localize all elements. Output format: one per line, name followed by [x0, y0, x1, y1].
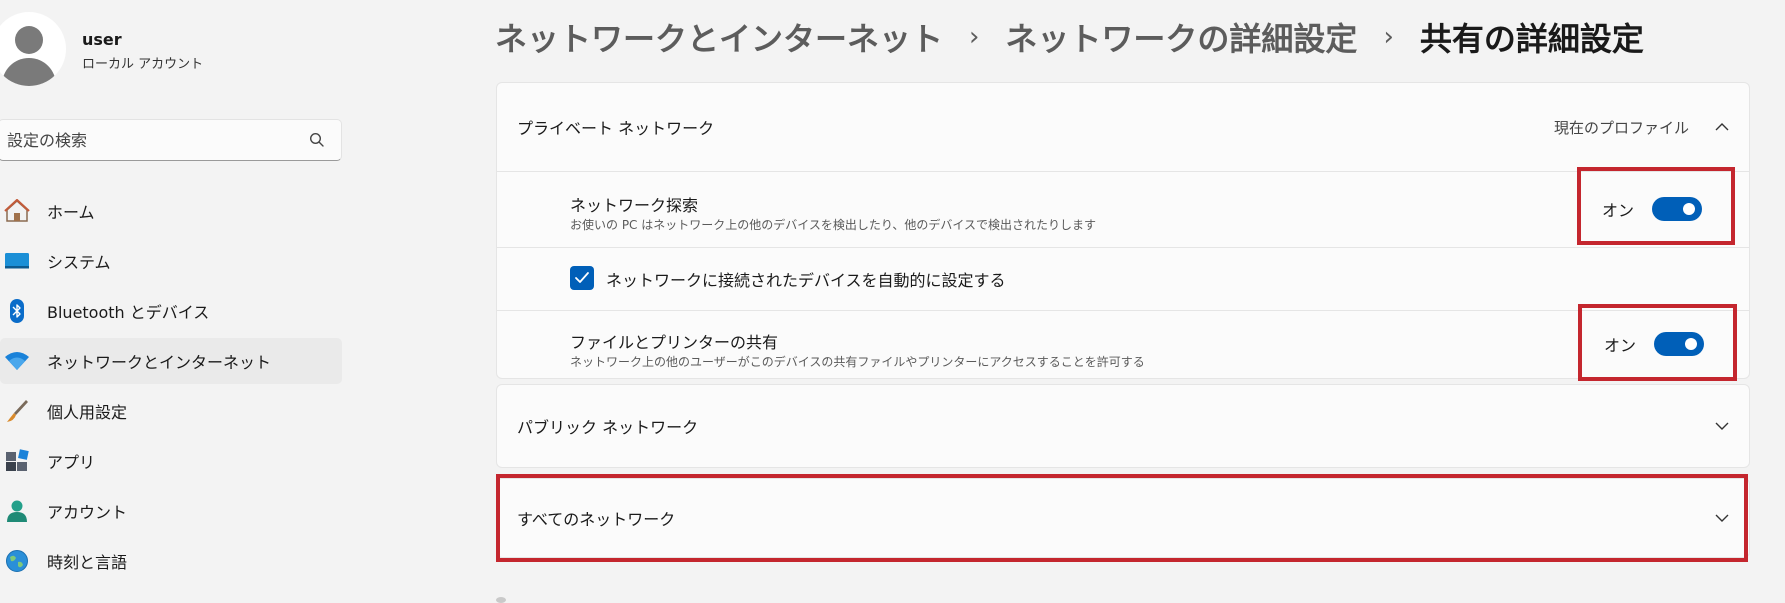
- search-box[interactable]: [0, 119, 342, 161]
- toggle-knob: [1683, 203, 1696, 215]
- breadcrumb: ネットワークとインターネット › ネットワークの詳細設定 › 共有の詳細設定: [495, 12, 1644, 62]
- sidebar-item-bluetooth[interactable]: Bluetooth とデバイス: [0, 288, 342, 334]
- breadcrumb-chevron-icon: ›: [969, 22, 980, 52]
- toggle-knob: [1685, 338, 1698, 350]
- breadcrumb-network-internet[interactable]: ネットワークとインターネット: [495, 14, 943, 60]
- public-network-header[interactable]: パブリック ネットワーク: [497, 385, 1749, 467]
- all-networks-card: すべてのネットワーク: [496, 478, 1750, 558]
- file-printer-sharing-row: ファイルとプリンターの共有 ネットワーク上の他のユーザーがこのデバイスの共有ファ…: [497, 310, 1749, 378]
- sidebar-item-time-language[interactable]: 時刻と言語: [0, 538, 342, 584]
- account-icon: [7, 500, 27, 522]
- next-section-edge: [496, 597, 506, 603]
- sidebar-item-system[interactable]: システム: [0, 238, 342, 284]
- private-network-title: プライベート ネットワーク: [517, 119, 715, 138]
- breadcrumb-chevron-icon: ›: [1383, 22, 1394, 52]
- sidebar-item-label: アプリ: [47, 453, 96, 472]
- network-discovery-title: ネットワーク探索: [570, 196, 699, 215]
- sidebar-item-network[interactable]: ネットワークとインターネット: [0, 338, 342, 384]
- public-network-title: パブリック ネットワーク: [517, 418, 699, 437]
- sidebar-item-accounts[interactable]: アカウント: [0, 488, 342, 534]
- file-printer-sharing-description: ネットワーク上の他のユーザーがこのデバイスの共有ファイルやプリンターにアクセスす…: [570, 355, 1145, 369]
- network-discovery-description: お使いの PC はネットワーク上の他のデバイスを検出したり、他のデバイスで検出さ…: [570, 218, 1097, 232]
- user-account-type: ローカル アカウント: [82, 57, 204, 72]
- page-title: 共有の詳細設定: [1419, 20, 1644, 58]
- private-network-header[interactable]: プライベート ネットワーク 現在のプロファイル: [497, 83, 1749, 171]
- sidebar-item-home[interactable]: ホーム: [0, 188, 342, 234]
- public-network-card: パブリック ネットワーク: [496, 384, 1750, 468]
- all-networks-title: すべてのネットワーク: [517, 510, 676, 529]
- sidebar-item-label: Bluetooth とデバイス: [47, 303, 210, 322]
- chevron-down-icon[interactable]: [1715, 511, 1729, 525]
- sidebar: user ローカル アカウント ホーム システム: [0, 0, 345, 603]
- sidebar-item-label: ホーム: [47, 203, 95, 222]
- avatar-head: [15, 26, 43, 54]
- brush-icon: [7, 400, 28, 422]
- file-printer-sharing-title: ファイルとプリンターの共有: [570, 333, 779, 352]
- sidebar-nav: ホーム システム Bluetooth とデバイス ネットワークとインターネット: [0, 188, 342, 588]
- search-icon[interactable]: [309, 132, 325, 148]
- sidebar-item-label: システム: [47, 253, 111, 272]
- globe-icon: [6, 550, 28, 572]
- bluetooth-icon: [10, 299, 24, 323]
- toggle-state-label: オン: [1604, 336, 1637, 355]
- avatar-body: [2, 58, 56, 86]
- all-networks-header[interactable]: すべてのネットワーク: [497, 479, 1749, 557]
- user-name: user: [82, 30, 122, 49]
- apps-icon: [6, 449, 29, 471]
- chevron-down-icon[interactable]: [1715, 419, 1729, 433]
- sidebar-item-label: ネットワークとインターネット: [47, 353, 272, 372]
- avatar[interactable]: [0, 12, 66, 86]
- sidebar-item-label: アカウント: [47, 503, 128, 522]
- search-input[interactable]: [7, 120, 297, 160]
- sidebar-item-label: 時刻と言語: [47, 553, 128, 572]
- auto-setup-row: ネットワークに接続されたデバイスを自動的に設定する: [497, 247, 1749, 310]
- system-icon: [5, 253, 29, 269]
- current-profile-label: 現在のプロファイル: [1553, 118, 1689, 137]
- file-printer-sharing-toggle[interactable]: [1654, 332, 1705, 356]
- auto-setup-label[interactable]: ネットワークに接続されたデバイスを自動的に設定する: [606, 267, 1006, 291]
- auto-setup-checkbox[interactable]: [570, 266, 594, 290]
- sidebar-item-personalization[interactable]: 個人用設定: [0, 388, 342, 434]
- network-discovery-toggle-group: オン: [1602, 197, 1703, 221]
- file-printer-sharing-toggle-group: オン: [1604, 332, 1705, 356]
- sidebar-item-apps[interactable]: アプリ: [0, 438, 342, 484]
- sidebar-item-label: 個人用設定: [47, 403, 128, 422]
- checkmark-icon: [575, 272, 589, 283]
- chevron-up-icon[interactable]: [1715, 120, 1729, 134]
- home-icon: [4, 199, 30, 222]
- network-discovery-toggle[interactable]: [1652, 197, 1703, 221]
- private-network-card: プライベート ネットワーク 現在のプロファイル ネットワーク探索 お使いの PC…: [496, 82, 1750, 379]
- network-discovery-row: ネットワーク探索 お使いの PC はネットワーク上の他のデバイスを検出したり、他…: [497, 171, 1749, 247]
- wifi-icon: [5, 352, 29, 370]
- breadcrumb-advanced-network[interactable]: ネットワークの詳細設定: [1005, 14, 1357, 60]
- toggle-state-label: オン: [1602, 201, 1635, 220]
